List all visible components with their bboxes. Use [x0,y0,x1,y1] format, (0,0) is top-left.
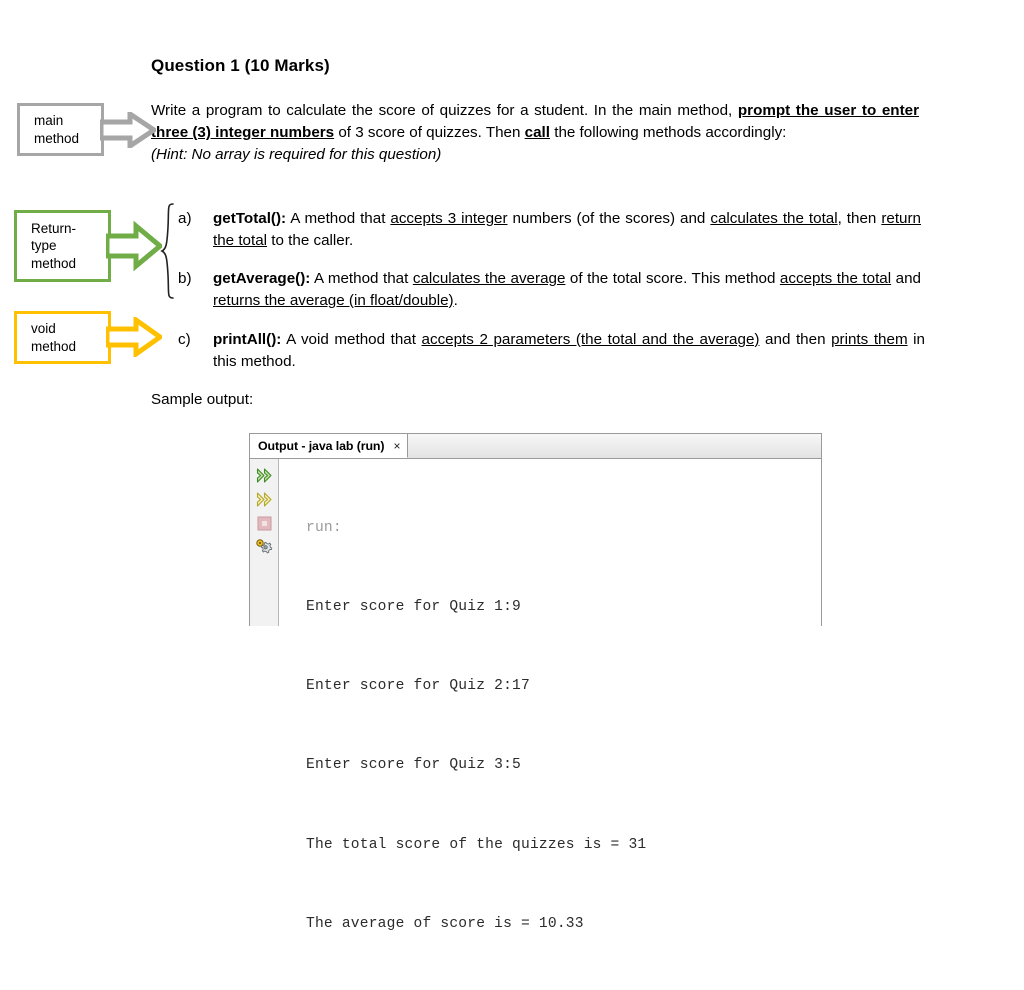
intro-text-part2: of 3 score of quizzes. Then [334,124,525,141]
method-a-seg4: to the caller. [267,232,354,249]
sample-output-label: Sample output: [151,391,254,408]
arrow-void-method-icon [106,317,162,357]
arrow-main-method-icon [100,112,156,148]
intro-block: Write a program to calculate the score o… [151,100,919,166]
callout-main-method: main method [17,103,104,156]
close-icon[interactable]: × [393,440,400,452]
method-c-seg2: and then [759,331,832,348]
console-line: Enter score for Quiz 2:17 [306,678,530,695]
method-c-underline1: accepts 2 parameters (the total and the … [421,331,760,348]
list-item: b) getAverage(): A method that calculate… [178,268,923,312]
list-marker-c: c) [178,331,191,348]
page-title: Question 1 (10 Marks) [151,56,330,75]
console-line: Enter score for Quiz 3:5 [306,757,521,774]
output-window: Output - java lab (run) × run: Enter sco… [249,433,822,932]
list-marker-b: b) [178,270,192,287]
method-b-seg4: . [453,292,458,309]
method-c-underline2: prints them [831,331,908,348]
intro-text-part1: Write a program to calculate the score o… [151,102,738,119]
method-b-seg3: and [891,270,921,287]
method-name-getAverage: getAverage(): [213,270,311,287]
intro-text-part3: the following methods accordingly: [550,124,787,141]
method-name-getTotal: getTotal(): [213,210,287,227]
console-text: run: Enter score for Quiz 1:9 Enter scor… [306,462,815,990]
intro-paragraph: Write a program to calculate the score o… [151,100,919,144]
console-line: run: [306,519,342,536]
rerun-icon[interactable] [250,487,279,511]
method-a-seg2: numbers (of the scores) and [507,210,711,227]
callout-main-method-label: main method [34,113,80,146]
list-marker-a: a) [178,210,192,227]
settings-icon[interactable] [250,535,279,559]
stop-icon[interactable] [250,511,279,535]
callout-return-type-method: Return- type method [14,210,111,282]
console-line: Enter score for Quiz 1:9 [306,599,521,616]
method-a-underline1: accepts 3 integer [390,210,508,227]
tab-output-label: Output - java lab (run) [258,438,385,453]
callout-void-method: void method [14,311,111,364]
method-a-seg1: A method that [286,210,391,227]
arrow-return-type-method-icon [106,220,162,272]
callout-void-method-label: void method [31,321,77,354]
list-item: c) printAll(): A void method that accept… [178,329,925,373]
method-b-seg1: A method that [310,270,413,287]
output-gutter [250,459,279,626]
method-b-underline1: calculates the average [412,270,566,287]
callout-return-type-method-label: Return- type method [31,220,77,271]
method-b-underline2: accepts the total [779,270,892,287]
output-tabbar: Output - java lab (run) × [250,434,821,459]
list-body-c: printAll(): A void method that accepts 2… [213,329,925,373]
list-body-a: getTotal(): A method that accepts 3 inte… [213,208,921,252]
method-a-seg3: , then [837,210,882,227]
console-line: The average of score is = 10.33 [306,915,584,932]
list-group-brace [160,203,174,299]
method-a-underline2: calculates the total [710,210,838,227]
tab-output-java-lab[interactable]: Output - java lab (run) × [250,434,409,458]
method-b-seg2: of the total score. This method [565,270,780,287]
method-c-seg1: A void method that [281,331,422,348]
list-item: a) getTotal(): A method that accepts 3 i… [178,208,923,252]
console-line: The total score of the quizzes is = 31 [306,836,647,853]
method-b-underline3: returns the average (in float/double) [213,292,454,309]
method-name-printAll: printAll(): [213,331,282,348]
run-icon[interactable] [250,463,279,487]
intro-emphasis-call: call [524,124,550,141]
intro-hint: (Hint: No array is required for this que… [151,146,442,163]
output-body: run: Enter score for Quiz 1:9 Enter scor… [250,459,821,932]
list-body-b: getAverage(): A method that calculates t… [213,268,921,312]
